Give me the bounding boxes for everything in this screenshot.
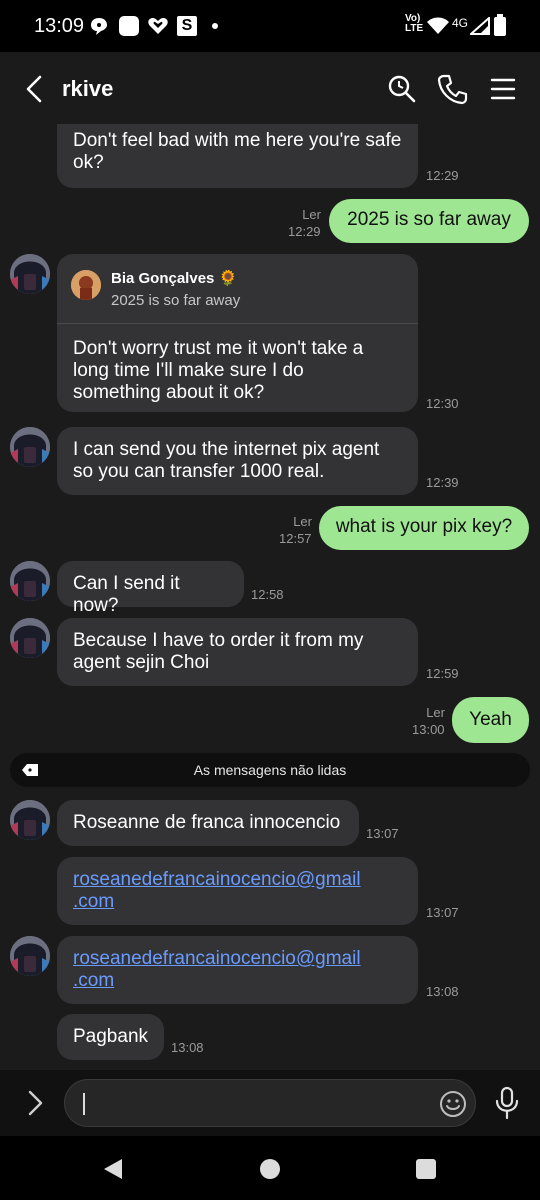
- status-bar: 13:09 S Vo) LTE 4G: [0, 0, 540, 52]
- network-type: 4G: [452, 16, 469, 30]
- message-time: 13:08: [426, 984, 459, 999]
- email-link-continued[interactable]: .com: [73, 970, 114, 991]
- volte-label: Vo) LTE: [405, 13, 424, 34]
- message-text: Because I have to order it from my agent…: [73, 630, 364, 673]
- message-time: 12:29: [426, 168, 459, 183]
- email-link[interactable]: roseanedefrancainocencio@gmail: [73, 948, 361, 969]
- heart-icon: [148, 18, 168, 34]
- chat-title[interactable]: rkive: [62, 76, 113, 102]
- battery-icon: [494, 14, 506, 36]
- avatar[interactable]: [10, 936, 50, 976]
- back-arrow-icon[interactable]: [18, 72, 52, 106]
- avatar[interactable]: [10, 427, 50, 467]
- avatar-image: [10, 427, 50, 467]
- message-bubble-outgoing[interactable]: what is your pix key?: [319, 506, 529, 550]
- read-receipt: Ler: [293, 514, 312, 529]
- read-receipt: Ler: [302, 207, 321, 222]
- reply-divider: [57, 323, 418, 324]
- microphone-icon[interactable]: [493, 1086, 521, 1120]
- composer-bar: [0, 1070, 540, 1136]
- message-time: 12:30: [426, 396, 459, 411]
- email-link-continued[interactable]: .com: [73, 891, 114, 912]
- message-time: 13:07: [426, 905, 459, 920]
- message-text: 2025 is so far away: [347, 209, 511, 230]
- nav-home-icon[interactable]: [259, 1158, 281, 1180]
- message-text: Pagbank: [73, 1026, 149, 1047]
- unread-messages-divider: As mensagens não lidas: [10, 753, 530, 787]
- reply-quote-text: 2025 is so far away: [111, 292, 241, 309]
- chat-bubble-icon: [91, 18, 107, 35]
- avatar-image: [10, 254, 50, 294]
- message-bubble-incoming[interactable]: Because I have to order it from my agent…: [57, 618, 418, 686]
- reply-avatar-image: [71, 270, 101, 300]
- message-text: Don't feel bad with me here you're safe …: [73, 130, 402, 173]
- read-receipt: Ler: [426, 705, 445, 720]
- message-time: 12:58: [251, 587, 284, 602]
- message-bubble-incoming[interactable]: Roseanne de franca innocencio: [57, 800, 359, 846]
- avatar-image: [10, 561, 50, 601]
- message-bubble-incoming[interactable]: roseanedefrancainocencio@gmail .com: [57, 936, 418, 1004]
- more-notifications-dot: [212, 23, 218, 29]
- message-bubble-incoming[interactable]: roseanedefrancainocencio@gmail .com: [57, 857, 418, 925]
- menu-icon[interactable]: [486, 72, 520, 106]
- reply-avatar: [71, 270, 101, 300]
- avatar-image: [10, 936, 50, 976]
- signal-icon: [470, 17, 490, 35]
- message-bubble-outgoing[interactable]: Yeah: [452, 697, 529, 743]
- avatar[interactable]: [10, 561, 50, 601]
- phone-icon[interactable]: [436, 72, 470, 106]
- message-bubble-incoming[interactable]: Can I send it now?: [57, 561, 244, 616]
- message-text: I can send you the internet pix agent so…: [73, 439, 380, 482]
- message-text: Roseanne de franca innocencio: [73, 812, 341, 833]
- nav-recents-icon[interactable]: [415, 1158, 437, 1180]
- wifi-icon: [427, 17, 449, 34]
- message-time: 13:00: [412, 722, 445, 737]
- expand-chevron-icon[interactable]: [22, 1088, 48, 1118]
- avatar[interactable]: [10, 618, 50, 658]
- system-nav-bar: [0, 1136, 540, 1200]
- status-time: 13:09: [34, 15, 85, 37]
- message-bubble-incoming[interactable]: Pagbank: [57, 1014, 164, 1060]
- s-app-icon: S: [177, 16, 197, 36]
- reply-author: Bia Gonçalves 🌻: [111, 270, 238, 287]
- message-list[interactable]: Don't feel bad with me here you're safe …: [0, 124, 540, 1070]
- unread-label: As mensagens não lidas: [193, 762, 347, 778]
- message-text: Can I send it now?: [73, 573, 180, 616]
- message-time: 12:57: [279, 531, 312, 546]
- message-time: 13:08: [171, 1040, 204, 1055]
- message-text: Yeah: [469, 709, 512, 730]
- message-text: what is your pix key?: [335, 516, 513, 537]
- avatar-image: [10, 618, 50, 658]
- search-icon[interactable]: [385, 72, 419, 106]
- emoji-icon[interactable]: [439, 1090, 467, 1118]
- message-bubble-incoming[interactable]: I can send you the internet pix agent so…: [57, 427, 418, 495]
- avatar[interactable]: [10, 254, 50, 294]
- message-text: Don't worry trust me it won't take a lon…: [73, 338, 364, 403]
- message-bubble-incoming[interactable]: Bia Gonçalves 🌻 2025 is so far away Don'…: [57, 254, 418, 412]
- app-square-icon: [119, 16, 139, 36]
- message-time: 12:29: [288, 224, 321, 239]
- message-time: 13:07: [366, 826, 399, 841]
- message-bubble-incoming[interactable]: Don't feel bad with me here you're safe …: [57, 124, 418, 188]
- nav-back-icon[interactable]: [102, 1158, 124, 1180]
- message-time: 12:39: [426, 475, 459, 490]
- email-link[interactable]: roseanedefrancainocencio@gmail: [73, 869, 361, 890]
- avatar[interactable]: [10, 800, 50, 840]
- text-cursor: [83, 1093, 85, 1115]
- avatar-image: [10, 800, 50, 840]
- message-time: 12:59: [426, 666, 459, 681]
- message-input[interactable]: [64, 1079, 476, 1127]
- chat-header: rkive: [0, 52, 540, 124]
- message-bubble-outgoing[interactable]: 2025 is so far away: [329, 199, 529, 243]
